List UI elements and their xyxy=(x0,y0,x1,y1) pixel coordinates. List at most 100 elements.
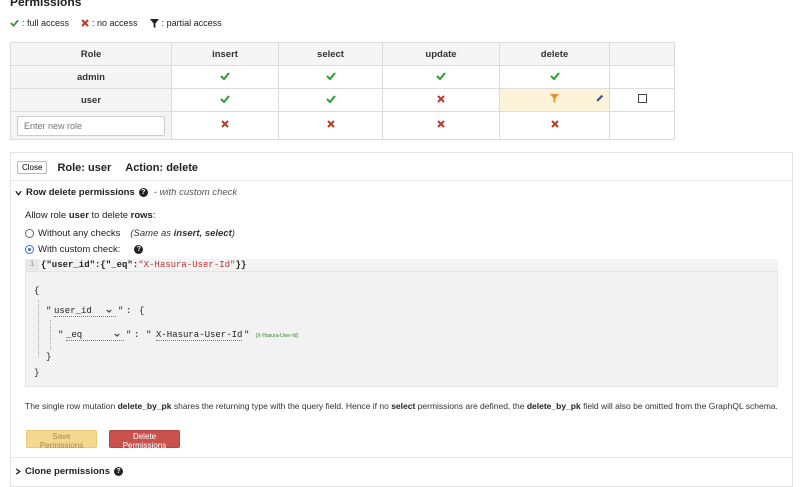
filter-icon xyxy=(149,18,159,28)
table-row-new-role xyxy=(10,111,675,140)
cross-icon xyxy=(437,120,445,128)
header-select: select xyxy=(278,42,383,66)
info-bold: delete_by_pk xyxy=(117,401,172,411)
hint-part: ) xyxy=(231,228,235,239)
quote-close: " xyxy=(118,306,124,316)
close-brace: } xyxy=(34,368,40,378)
column-select[interactable]: user_id xyxy=(54,306,116,317)
table-row-admin: admin xyxy=(10,65,675,89)
tree-line xyxy=(38,300,39,357)
legend-partial: : partial access xyxy=(149,18,222,28)
hint-bold: insert, select xyxy=(173,228,232,239)
allow-prefix: Allow role xyxy=(25,210,69,221)
quote-close: " xyxy=(126,330,132,340)
colon: : xyxy=(134,330,140,340)
cross-icon xyxy=(326,120,335,128)
line-number: 1 xyxy=(25,259,39,271)
option-without-checks-label: Without any checks xyxy=(38,228,121,239)
close-button[interactable]: Close xyxy=(17,161,48,174)
row-permissions-note: - with custom check xyxy=(153,187,238,198)
operator-select[interactable]: _eq xyxy=(66,330,124,341)
perm-cell-user-update[interactable] xyxy=(382,88,500,112)
new-role-input[interactable] xyxy=(17,115,165,136)
check-icon xyxy=(549,71,560,80)
info-part: The single row mutation xyxy=(25,401,118,411)
allow-role: user xyxy=(68,210,89,221)
quote-open: " xyxy=(58,330,64,340)
info-bold: select xyxy=(391,401,416,411)
perm-cell-new-insert[interactable] xyxy=(171,111,279,140)
option-custom-check-label: With custom check: xyxy=(38,244,121,255)
value-text: X-Hasura-User-Id xyxy=(156,330,243,340)
perm-cell-user-insert[interactable] xyxy=(171,88,279,112)
perm-cell-new-delete[interactable] xyxy=(499,111,610,140)
header-role: Role xyxy=(10,42,172,66)
save-permissions-button[interactable]: Save Permissions xyxy=(26,430,97,450)
info-text: The single row mutation delete_by_pk sha… xyxy=(25,401,778,411)
bulk-select-checkbox[interactable] xyxy=(637,94,647,103)
chevron-down-icon xyxy=(106,309,112,313)
perm-cell-new-select[interactable] xyxy=(278,111,383,140)
header-delete: delete xyxy=(499,42,610,66)
code-part: }} xyxy=(235,260,247,270)
chevron-right-icon xyxy=(15,468,21,475)
divider xyxy=(11,180,792,181)
new-role-cell xyxy=(10,111,172,140)
chevron-down-icon xyxy=(15,190,22,196)
panel-action-label: Action: delete xyxy=(125,161,198,174)
row-permissions-toggle[interactable]: Row delete permissions ? - with custom c… xyxy=(15,187,237,198)
option-custom-check[interactable]: With custom check: ? xyxy=(25,244,144,255)
access-legend: : full access : no access : partial acce… xyxy=(10,18,234,28)
check-icon xyxy=(436,71,446,80)
cross-icon xyxy=(221,120,229,128)
check-icon xyxy=(325,94,336,103)
info-part: permissions are defined, the xyxy=(415,401,527,411)
info-part: shares the returning type with the query… xyxy=(171,401,392,411)
panel-header: Close Role: user Action: delete xyxy=(17,161,212,174)
allow-middle: to delete xyxy=(88,210,131,221)
header-bulk xyxy=(609,42,675,66)
header-update: update xyxy=(382,42,500,66)
colon: : xyxy=(126,306,132,316)
code-part: {"user_id":{"_eq": xyxy=(41,260,139,270)
quote-open: " xyxy=(146,330,152,340)
perm-cell-admin-select[interactable] xyxy=(278,65,383,89)
nested-close-brace: } xyxy=(46,352,52,362)
value-input[interactable]: X-Hasura-User-Id xyxy=(156,330,242,341)
help-icon: ? xyxy=(134,245,144,254)
perm-cell-new-update[interactable] xyxy=(382,111,500,140)
cross-icon xyxy=(550,120,559,128)
check-icon xyxy=(220,94,230,103)
perm-cell-user-delete[interactable] xyxy=(499,88,610,112)
radio-without-checks[interactable] xyxy=(25,229,34,238)
check-icon xyxy=(220,71,230,80)
perm-cell-admin-delete[interactable] xyxy=(499,65,610,89)
delete-permissions-button[interactable]: Delete Permissions xyxy=(109,430,180,450)
editor-code: {"user_id":{"_eq":"X-Hasura-User-Id"}} xyxy=(41,260,246,270)
tree-line xyxy=(50,320,51,350)
permission-builder: { " user_id " : { " _eq " : " X-Hasura-U… xyxy=(25,271,778,387)
allow-suffix: : xyxy=(152,210,156,221)
quote-open: " xyxy=(46,306,52,316)
nested-open-brace: { xyxy=(139,306,145,316)
legend-full-label: : full access xyxy=(22,18,70,28)
radio-custom-check[interactable] xyxy=(25,245,34,254)
perm-cell-admin-update[interactable] xyxy=(382,65,500,89)
legend-full: : full access xyxy=(10,18,69,28)
perm-cell-user-select[interactable] xyxy=(278,88,383,112)
role-name: admin xyxy=(10,65,172,89)
perm-cell-admin-insert[interactable] xyxy=(171,65,279,89)
option-without-checks[interactable]: Without any checks (Same as insert, sele… xyxy=(25,228,235,239)
pencil-icon[interactable] xyxy=(596,94,604,102)
chevron-down-icon xyxy=(114,333,120,337)
operator-value: _eq xyxy=(66,330,83,340)
clone-permissions-toggle[interactable]: Clone permissions ? xyxy=(15,466,123,477)
permissions-table: Role insert select update delete admin u… xyxy=(10,42,675,140)
filter-icon xyxy=(550,94,559,103)
allow-text: Allow role user to delete rows: xyxy=(25,210,155,221)
session-variable-link[interactable]: [X-Hasura-User-Id] xyxy=(256,333,298,339)
legend-partial-label: : partial access xyxy=(161,18,222,28)
bulk-cell-admin xyxy=(609,65,675,89)
json-editor[interactable]: 1 {"user_id":{"_eq":"X-Hasura-User-Id"}} xyxy=(25,259,778,271)
help-icon: ? xyxy=(138,188,148,197)
